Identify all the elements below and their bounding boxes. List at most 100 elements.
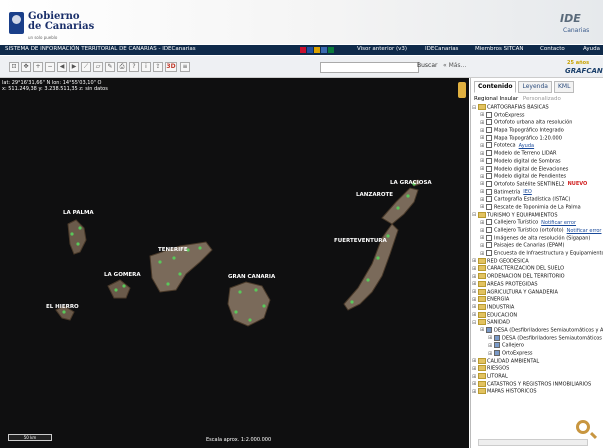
tab-leyenda[interactable]: Leyenda xyxy=(518,81,552,93)
poi-marker[interactable] xyxy=(172,256,176,260)
layer-item[interactable]: ⊞ Callejero Turístico (ortofoto) Notificar… xyxy=(472,227,603,235)
layer-group[interactable]: ⊞ RED GEODÉSICA xyxy=(472,257,603,266)
layer-checkbox[interactable] xyxy=(486,134,492,141)
poi-marker[interactable] xyxy=(254,288,258,292)
flag-it-icon[interactable] xyxy=(328,47,334,53)
layer-item[interactable]: ⊞ Callejero xyxy=(472,342,603,350)
layer-checkbox[interactable] xyxy=(486,196,492,203)
layer-item[interactable]: ⊞ Modelo de Terreno LIDAR xyxy=(472,150,603,158)
measure-icon[interactable]: ⟋ xyxy=(81,62,91,72)
layer-checkbox[interactable] xyxy=(486,111,492,118)
layer-group[interactable]: ⊞ CARACTERIZACIÓN DEL SUELO xyxy=(472,265,603,273)
subtab-insular[interactable]: Insular xyxy=(499,96,518,102)
layer-group[interactable]: ⊞ CALIDAD AMBIENTAL xyxy=(472,357,603,366)
poi-marker[interactable] xyxy=(350,300,354,304)
poi-marker[interactable] xyxy=(238,290,242,294)
map-handle-icon[interactable] xyxy=(458,82,466,98)
layer-checkbox[interactable] xyxy=(486,227,492,233)
poi-marker[interactable] xyxy=(406,194,410,198)
poi-marker[interactable] xyxy=(70,232,74,236)
layer-group[interactable]: ⊟ SANIDAD xyxy=(472,319,603,327)
poi-marker[interactable] xyxy=(198,246,202,250)
layer-link[interactable]: IEO xyxy=(523,189,532,195)
pan-icon[interactable]: ✥ xyxy=(21,62,31,72)
layer-checkbox[interactable] xyxy=(486,203,492,210)
query-icon[interactable]: ? xyxy=(129,62,139,72)
layer-item[interactable]: ⊞ Modelo digital de Pendientes xyxy=(472,173,603,181)
poi-marker[interactable] xyxy=(234,310,238,314)
poi-marker[interactable] xyxy=(158,260,162,264)
layer-group[interactable]: ⊞ ORDENACIÓN DEL TERRITORIO xyxy=(472,273,603,281)
layer-item[interactable]: ⊞DESA (Desfibriladores Semiautomáticos y… xyxy=(472,334,603,343)
info-icon[interactable]: i xyxy=(141,62,151,72)
poi-marker[interactable] xyxy=(76,242,80,246)
layer-group[interactable]: ⊟ TURISMO Y EQUIPAMIENTOS xyxy=(472,211,603,220)
ide-canarias-logo[interactable]: IDE xyxy=(560,12,581,25)
view-3d-button[interactable]: 3D xyxy=(165,62,177,72)
layer-checkbox[interactable] xyxy=(486,142,492,149)
layer-checkbox[interactable] xyxy=(486,250,492,257)
print-icon[interactable]: ⎙ xyxy=(117,62,127,72)
layer-item[interactable]: ⊞ Rescate de Toponimia de La Palma xyxy=(472,203,603,212)
layer-group[interactable]: ⊞ LITORAL xyxy=(472,373,603,381)
layer-checkbox[interactable] xyxy=(486,119,492,126)
layer-group[interactable]: ⊞ MAPAS HISTÓRICOS xyxy=(472,388,603,396)
magnifier-icon[interactable] xyxy=(576,420,590,434)
layer-item[interactable]: ⊞ OrtoExpress xyxy=(472,350,603,358)
gobierno-title[interactable]: Gobierno de Canarias xyxy=(28,12,94,32)
layer-checkbox[interactable] xyxy=(486,157,492,164)
layer-item[interactable]: ⊞ Ortofoto Satélite SENTINEL2 NUEVO xyxy=(472,180,603,189)
poi-marker[interactable] xyxy=(396,206,400,210)
tab-contenido[interactable]: Contenido xyxy=(474,81,517,93)
poi-marker[interactable] xyxy=(248,318,252,322)
layer-item[interactable]: ⊞DESA (Desfibriladores Semiautomáticos y… xyxy=(472,326,603,335)
layer-group[interactable]: ⊞ ENERGÍA xyxy=(472,296,603,304)
layer-item[interactable]: ⊞ Paisajes de Canarias (EPAM) xyxy=(472,242,603,250)
poi-marker[interactable] xyxy=(178,272,182,276)
layer-group[interactable]: ⊞ ÁREAS PROTEGIDAS xyxy=(472,280,603,289)
layer-item[interactable]: ⊞ Encuesta de Infraestructura y Equipamie… xyxy=(472,250,603,258)
zoom-out-icon[interactable]: − xyxy=(45,62,55,72)
extent-icon[interactable]: ⊡ xyxy=(9,62,19,72)
zoom-in-icon[interactable]: + xyxy=(33,62,43,72)
search-button[interactable]: Buscar xyxy=(417,62,438,69)
flag-es-icon[interactable] xyxy=(300,47,306,53)
menu-idecanarias[interactable]: IDECanarias xyxy=(425,46,458,52)
horizontal-scrollbar[interactable] xyxy=(478,439,588,446)
layers-icon[interactable]: ≡ xyxy=(180,62,190,72)
area-icon[interactable]: ▱ xyxy=(93,62,103,72)
flag-de-icon[interactable] xyxy=(314,47,320,53)
draw-icon[interactable]: ✎ xyxy=(105,62,115,72)
layer-group[interactable]: ⊞ AGRICULTURA Y GANADERÍA xyxy=(472,288,603,297)
flag-en-icon[interactable] xyxy=(307,47,313,53)
layer-item[interactable]: ⊞ Mapa Topográfico Integrado xyxy=(472,127,603,135)
layer-checkbox[interactable] xyxy=(486,180,492,187)
forward-icon[interactable]: ▶ xyxy=(69,62,79,72)
menu-visor-anterior[interactable]: Visor anterior (v3) xyxy=(357,46,407,52)
search-input[interactable] xyxy=(320,62,419,73)
menu-miembros-sitcan[interactable]: Miembros SITCAN xyxy=(475,46,524,52)
layer-item[interactable]: ⊞ Mapa Topográfico 1:20.000 xyxy=(472,134,603,143)
poi-marker[interactable] xyxy=(376,256,380,260)
layer-item[interactable]: ⊞ Modelo digital de Elevaciones xyxy=(472,165,603,174)
layer-link[interactable]: Ayuda xyxy=(519,143,534,149)
layer-checkbox[interactable] xyxy=(486,234,492,241)
layer-checkbox[interactable] xyxy=(486,242,492,249)
layer-group[interactable]: ⊞ EDUCACIÓN xyxy=(472,311,603,320)
subtab-regional[interactable]: Regional xyxy=(474,96,498,102)
layer-item[interactable]: ⊞ Ortofoto urbana alta resolución xyxy=(472,119,603,127)
menu-contacto[interactable]: Contacto xyxy=(540,46,565,52)
poi-marker[interactable] xyxy=(366,278,370,282)
layer-group[interactable]: ⊟ CARTOGRAFÍAS BÁSICAS xyxy=(472,104,603,112)
layer-item[interactable]: ⊞ Cartografía Estadística (ISTAC) xyxy=(472,196,603,204)
layer-item[interactable]: ⊞ Modelo digital de Sombras xyxy=(472,157,603,166)
layer-item[interactable]: ⊞ Fototeca Ayuda xyxy=(472,142,603,150)
layer-checkbox[interactable] xyxy=(486,173,492,180)
layer-group[interactable]: ⊞ RIESGOS xyxy=(472,365,603,373)
layer-item[interactable]: ⊞ OrtoExpress xyxy=(472,111,603,120)
layer-item[interactable]: ⊞ Callejero Turístico Notificar error xyxy=(472,219,603,227)
layer-item[interactable]: ⊞ Batimetría IEO xyxy=(472,188,603,197)
poi-marker[interactable] xyxy=(122,284,126,288)
layer-link[interactable]: Notificar error xyxy=(541,220,576,226)
layer-checkbox[interactable] xyxy=(494,350,500,356)
